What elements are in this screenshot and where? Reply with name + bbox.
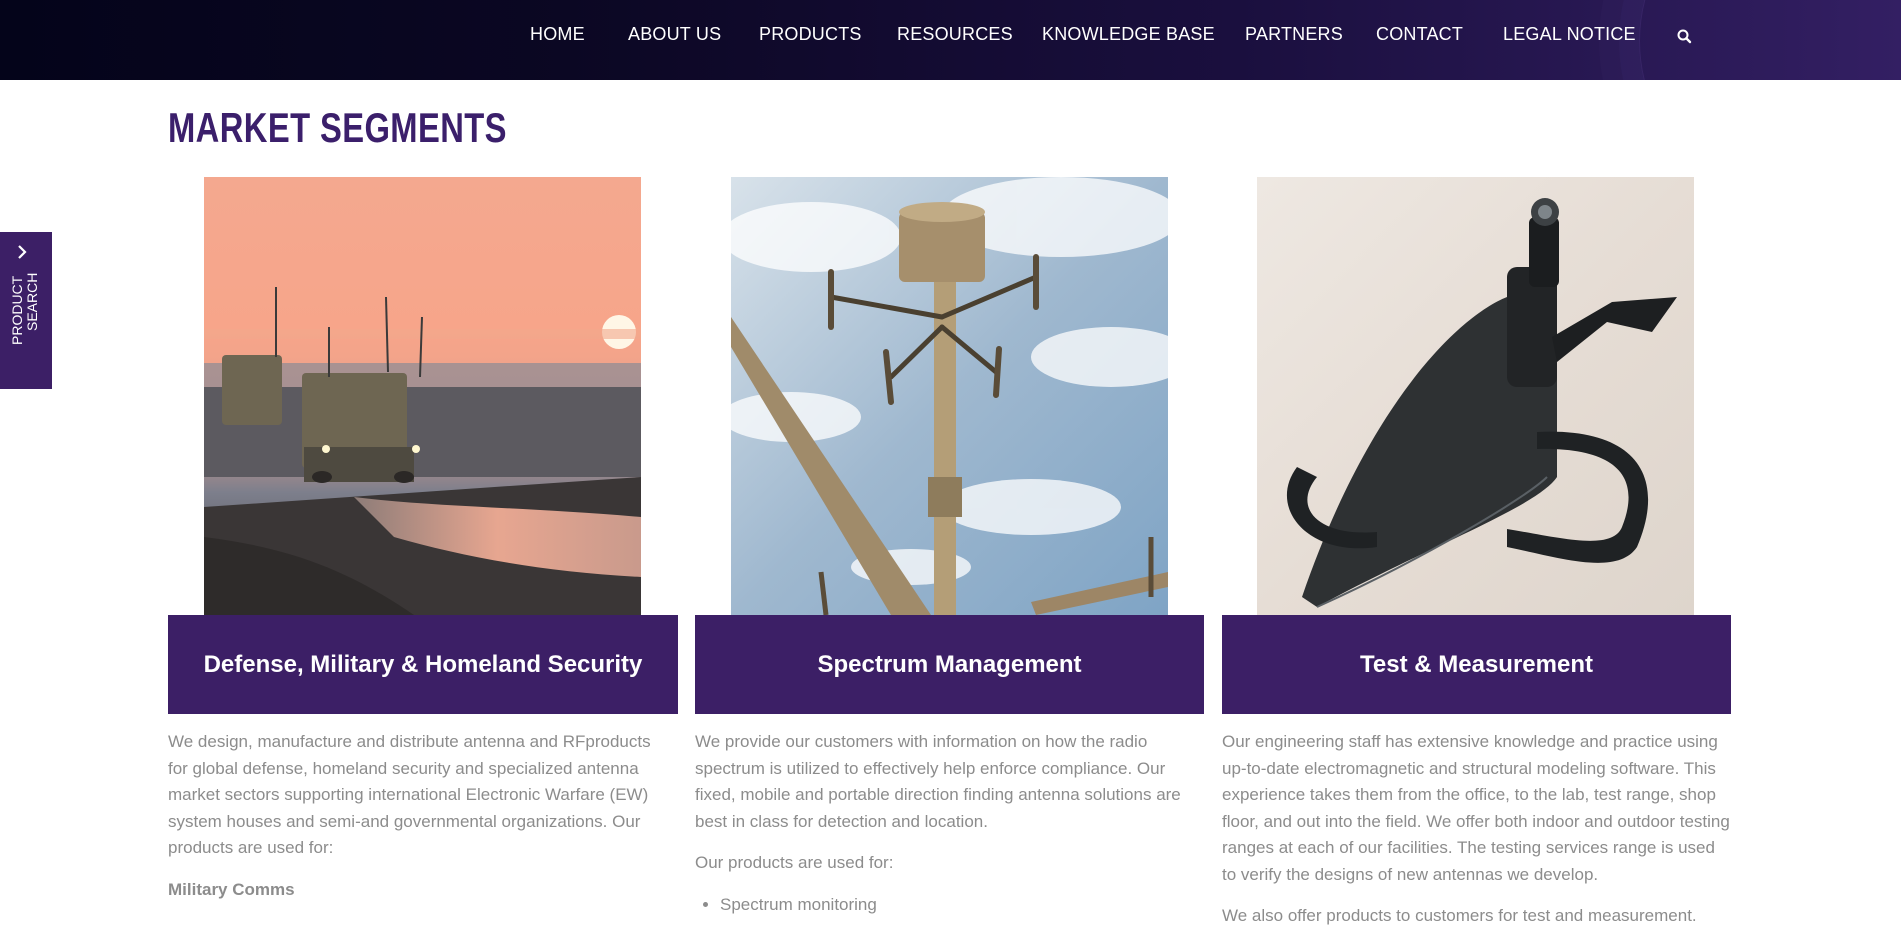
product-search-tab[interactable]: PRODUCT SEARCH: [0, 232, 52, 389]
product-search-label: PRODUCT SEARCH: [9, 235, 40, 345]
nav-partners[interactable]: PARTNERS: [1245, 24, 1343, 45]
page-title: MARKET SEGMENTS: [168, 104, 507, 151]
nav-legal-notice[interactable]: LEGAL NOTICE: [1503, 24, 1636, 45]
test-measurement-segment-banner[interactable]: Test & Measurement: [1222, 615, 1731, 714]
defense-segment-subheading: Military Comms: [168, 879, 295, 899]
nav-about-us[interactable]: ABOUT US: [628, 24, 721, 45]
defense-segment-paragraph: We design, manufacture and distribute an…: [168, 732, 651, 857]
top-navigation-bar: HOME ABOUT US PRODUCTS RESOURCES KNOWLED…: [0, 0, 1901, 80]
test-measurement-segment-image[interactable]: [1257, 177, 1694, 615]
spectrum-segment-paragraph-2: Our products are used for:: [695, 853, 894, 872]
test-measurement-segment-paragraph: Our engineering staff has extensive know…: [1222, 732, 1730, 884]
list-item: Spectrum monitoring: [720, 892, 1205, 919]
spectrum-segment-image[interactable]: [731, 177, 1168, 615]
defense-segment-banner[interactable]: Defense, Military & Homeland Security: [168, 615, 678, 714]
nav-knowledge-base[interactable]: KNOWLEDGE BASE: [1042, 24, 1215, 45]
spectrum-segment-banner[interactable]: Spectrum Management: [695, 615, 1204, 714]
nav-contact[interactable]: CONTACT: [1376, 24, 1463, 45]
nav-resources[interactable]: RESOURCES: [897, 24, 1013, 45]
spectrum-segment-description: We provide our customers with informatio…: [695, 729, 1205, 918]
search-icon[interactable]: [1675, 27, 1695, 47]
test-measurement-segment-description: Our engineering staff has extensive know…: [1222, 729, 1732, 945]
defense-segment-description: We design, manufacture and distribute an…: [168, 729, 663, 918]
nav-home[interactable]: HOME: [530, 24, 585, 45]
nav-products[interactable]: PRODUCTS: [759, 24, 862, 45]
product-search-label-line2: SEARCH: [24, 272, 40, 331]
defense-segment-image[interactable]: [204, 177, 641, 615]
spectrum-segment-paragraph: We provide our customers with informatio…: [695, 732, 1181, 831]
product-search-label-line1: PRODUCT: [9, 275, 25, 345]
spectrum-segment-list: Spectrum monitoring: [695, 892, 1205, 919]
